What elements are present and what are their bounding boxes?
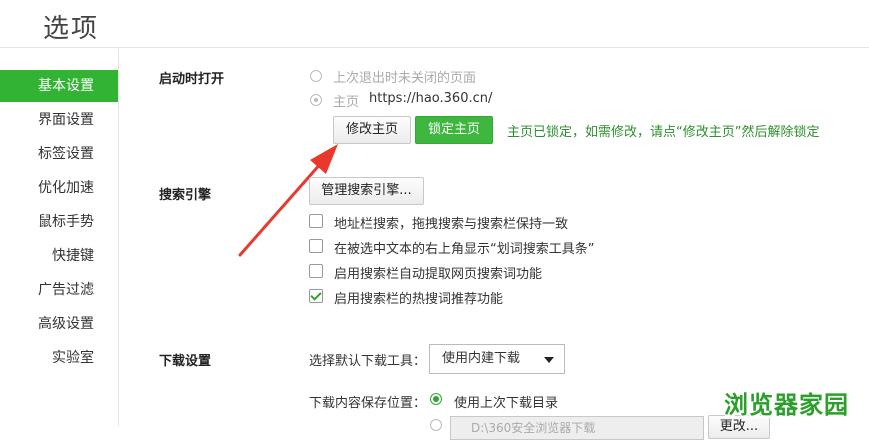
last-directory-radio[interactable] [430,393,442,405]
last-directory-label: 使用上次下载目录 [454,396,559,411]
sidebar-item-adblock[interactable]: 广告过滤 [0,274,118,306]
header-divider [0,47,869,48]
address-bar-search-label: 地址栏搜索，拖拽搜索与搜索栏保持一致 [334,217,569,232]
home-page-label: 主页 [333,95,360,110]
download-tool-label: 选择默认下载工具： [309,354,427,369]
selection-toolbar-label: 在被选中文本的右上角显示“划词搜索工具条” [334,242,595,257]
startup-section-title: 启动时打开 [159,72,225,87]
chevron-down-icon [544,357,554,363]
download-tool-value: 使用内建下载 [442,351,521,366]
restore-pages-label: 上次退出时未关闭的页面 [333,71,477,86]
sidebar-item-gestures[interactable]: 鼠标手势 [0,206,118,238]
download-location-label: 下载内容保存位置： [309,396,427,411]
selection-toolbar-checkbox[interactable] [309,239,323,253]
home-page-radio[interactable] [310,94,322,106]
sidebar-item-optimize[interactable]: 优化加速 [0,172,118,204]
auto-extract-checkbox[interactable] [309,264,323,278]
download-section-title: 下载设置 [159,354,212,369]
custom-directory-radio[interactable] [430,419,442,431]
search-section-title: 搜索引擎 [159,188,212,203]
sidebar-item-basic[interactable]: 基本设置 [0,70,118,102]
sidebar-item-advanced[interactable]: 高级设置 [0,308,118,340]
download-path-field[interactable]: D:\360安全浏览器下载 [450,416,704,440]
restore-pages-radio[interactable] [310,70,322,82]
address-bar-search-checkbox[interactable] [309,214,323,228]
sidebar: 基本设置 界面设置 标签设置 优化加速 鼠标手势 快捷键 广告过滤 高级设置 实… [0,48,119,426]
hot-search-label: 启用搜索栏的热搜词推荐功能 [334,292,504,307]
home-url: https://hao.360.cn/ [369,91,493,106]
hot-search-checkbox[interactable] [309,289,323,303]
manage-search-engines-button[interactable]: 管理搜索引擎... [309,177,424,205]
sidebar-item-shortcuts[interactable]: 快捷键 [0,240,118,272]
page-title: 选项 [43,14,100,44]
lock-home-button[interactable]: 锁定主页 [415,116,493,144]
sidebar-item-lab[interactable]: 实验室 [0,342,118,374]
lock-note: 主页已锁定，如需修改，请点“修改主页”然后解除锁定 [507,125,820,140]
sidebar-item-tabs[interactable]: 标签设置 [0,138,118,170]
download-tool-select[interactable]: 使用内建下载 [429,344,565,374]
sidebar-item-interface[interactable]: 界面设置 [0,104,118,136]
watermark-logo: 浏览器家园 [724,391,849,419]
auto-extract-label: 启用搜索栏自动提取网页搜索词功能 [334,267,543,282]
